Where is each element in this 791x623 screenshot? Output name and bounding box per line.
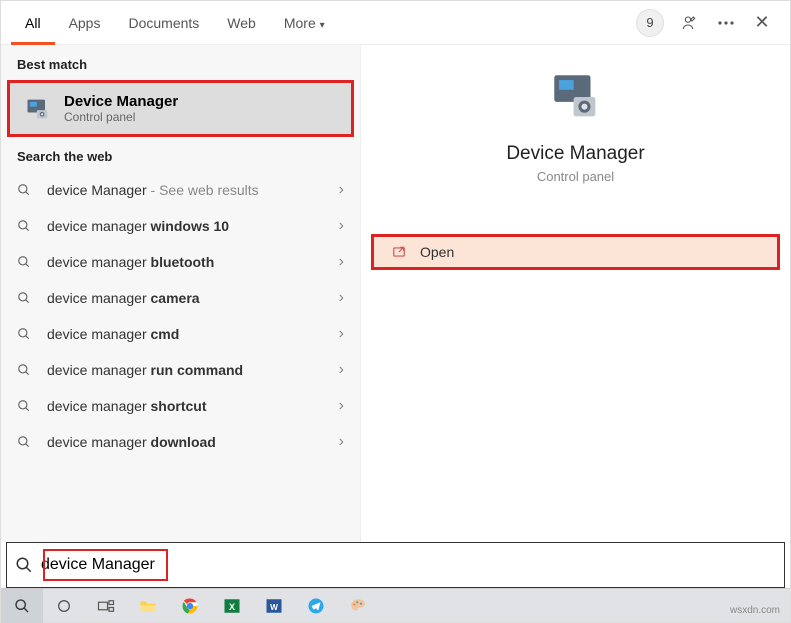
- web-result[interactable]: device manager shortcut ›: [1, 388, 360, 424]
- chevron-right-icon: ›: [326, 325, 344, 343]
- taskbar: X W: [1, 588, 790, 622]
- web-result-text: device manager bluetooth: [47, 254, 326, 270]
- search-icon: [17, 183, 33, 197]
- open-action[interactable]: Open: [371, 234, 780, 270]
- results-panel: Best match Device Manager Control panel …: [1, 45, 361, 542]
- svg-text:X: X: [229, 601, 235, 611]
- web-result-text: device manager run command: [47, 362, 326, 378]
- tab-apps[interactable]: Apps: [55, 1, 115, 45]
- scope-tabs: All Apps Documents Web More ▾ 9 ✕: [1, 1, 790, 45]
- chevron-right-icon: ›: [326, 397, 344, 415]
- web-result-text: device manager windows 10: [47, 218, 326, 234]
- preview-title: Device Manager: [506, 143, 644, 165]
- chevron-right-icon: ›: [326, 217, 344, 235]
- rewards-badge[interactable]: 9: [636, 9, 664, 37]
- chevron-right-icon: ›: [326, 361, 344, 379]
- web-result-text: device Manager - See web results: [47, 182, 326, 198]
- best-match-result[interactable]: Device Manager Control panel: [7, 80, 354, 137]
- best-match-subtitle: Control panel: [64, 110, 178, 124]
- tab-all[interactable]: All: [11, 1, 55, 45]
- taskbar-file-explorer-icon[interactable]: [127, 589, 169, 623]
- web-result[interactable]: device manager windows 10 ›: [1, 208, 360, 244]
- preview-panel: Device Manager Control panel Open: [361, 45, 790, 542]
- chevron-right-icon: ›: [326, 253, 344, 271]
- search-icon: [17, 399, 33, 413]
- tab-documents[interactable]: Documents: [114, 1, 213, 45]
- tab-more[interactable]: More ▾: [270, 1, 339, 45]
- search-icon: [17, 291, 33, 305]
- svg-text:W: W: [270, 602, 278, 611]
- search-icon: [17, 435, 33, 449]
- options-icon[interactable]: [712, 9, 740, 37]
- best-match-title: Device Manager: [64, 93, 178, 110]
- search-icon: [7, 556, 41, 574]
- web-result-text: device manager download: [47, 434, 326, 450]
- search-input[interactable]: [41, 556, 784, 574]
- preview-subtitle: Control panel: [537, 169, 614, 184]
- search-bar[interactable]: [6, 542, 785, 588]
- chevron-right-icon: ›: [326, 181, 344, 199]
- web-result-text: device manager cmd: [47, 326, 326, 342]
- taskbar-telegram-icon[interactable]: [295, 589, 337, 623]
- chevron-down-icon: ▾: [320, 20, 325, 31]
- taskbar-search-button[interactable]: [1, 589, 43, 623]
- close-button[interactable]: ✕: [748, 9, 776, 37]
- web-result[interactable]: device manager camera ›: [1, 280, 360, 316]
- search-icon: [17, 363, 33, 377]
- web-result[interactable]: device manager download ›: [1, 424, 360, 460]
- taskbar-taskview-icon[interactable]: [85, 589, 127, 623]
- taskbar-chrome-icon[interactable]: [169, 589, 211, 623]
- open-icon: [392, 245, 406, 259]
- web-result[interactable]: device Manager - See web results ›: [1, 172, 360, 208]
- watermark: wsxdn.com: [730, 605, 780, 616]
- web-result-text: device manager shortcut: [47, 398, 326, 414]
- taskbar-excel-icon[interactable]: X: [211, 589, 253, 623]
- section-best-match: Best match: [1, 45, 360, 80]
- search-icon: [17, 327, 33, 341]
- taskbar-word-icon[interactable]: W: [253, 589, 295, 623]
- preview-app-icon: [546, 67, 606, 127]
- chevron-right-icon: ›: [326, 289, 344, 307]
- feedback-icon[interactable]: [676, 9, 704, 37]
- taskbar-cortana-icon[interactable]: [43, 589, 85, 623]
- web-result[interactable]: device manager bluetooth ›: [1, 244, 360, 280]
- web-result[interactable]: device manager run command ›: [1, 352, 360, 388]
- tab-web[interactable]: Web: [213, 1, 270, 45]
- search-icon: [17, 219, 33, 233]
- taskbar-paint-icon[interactable]: [337, 589, 379, 623]
- search-icon: [17, 255, 33, 269]
- device-manager-icon: [24, 95, 52, 123]
- web-result[interactable]: device manager cmd ›: [1, 316, 360, 352]
- web-result-text: device manager camera: [47, 290, 326, 306]
- search-window: All Apps Documents Web More ▾ 9 ✕ Best m…: [0, 0, 791, 623]
- open-label: Open: [420, 244, 454, 260]
- chevron-right-icon: ›: [326, 433, 344, 451]
- section-web: Search the web: [1, 137, 360, 172]
